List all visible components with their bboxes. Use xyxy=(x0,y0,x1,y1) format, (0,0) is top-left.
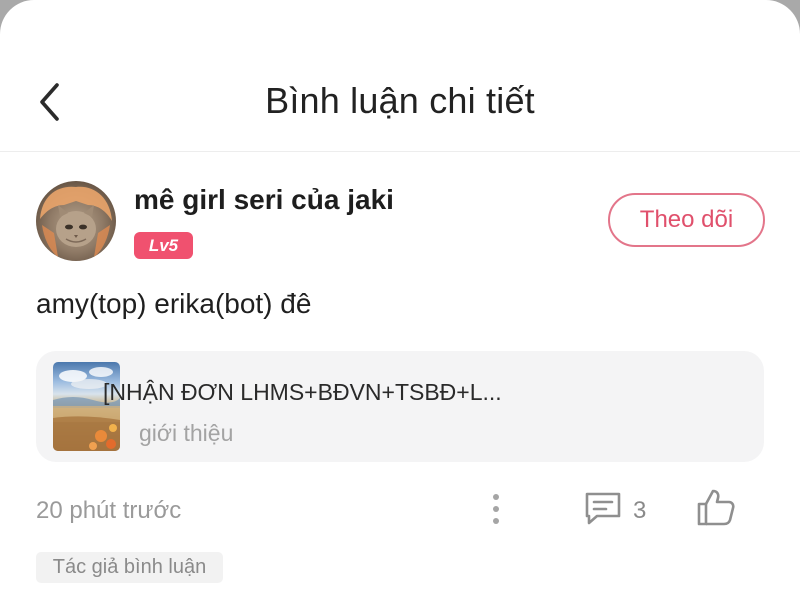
reply-button[interactable] xyxy=(583,490,623,526)
header: Bình luận chi tiết xyxy=(0,0,800,152)
follow-button[interactable]: Theo dõi xyxy=(608,193,765,247)
more-options-button[interactable] xyxy=(482,490,510,528)
comment-icon xyxy=(585,492,621,525)
author-name[interactable]: mê girl seri của jaki xyxy=(134,184,394,216)
comment-detail-sheet: Bình luận chi tiết mê girl seri của jaki… xyxy=(0,0,800,600)
reply-count: 3 xyxy=(633,497,647,524)
comment-text: amy(top) erika(bot) đê xyxy=(36,288,312,319)
post-title[interactable]: [NHẬN ĐƠN LHMS+BĐVN+TSBĐ+L... xyxy=(103,379,502,406)
level-badge: Lv5 xyxy=(134,232,193,259)
comment-time: 20 phút trước xyxy=(36,497,182,524)
landscape-image xyxy=(53,367,120,451)
thumbs-up-icon xyxy=(697,489,735,526)
cat-avatar-image xyxy=(40,186,112,257)
page-title: Bình luận chi tiết xyxy=(265,80,535,121)
like-button[interactable] xyxy=(695,486,737,528)
post-subtitle: giới thiệu xyxy=(139,420,234,446)
post-thumbnail xyxy=(53,362,120,451)
avatar[interactable] xyxy=(36,181,116,261)
comment-author-tag: Tác giả bình luận xyxy=(36,552,223,583)
more-vertical-icon xyxy=(493,494,499,524)
